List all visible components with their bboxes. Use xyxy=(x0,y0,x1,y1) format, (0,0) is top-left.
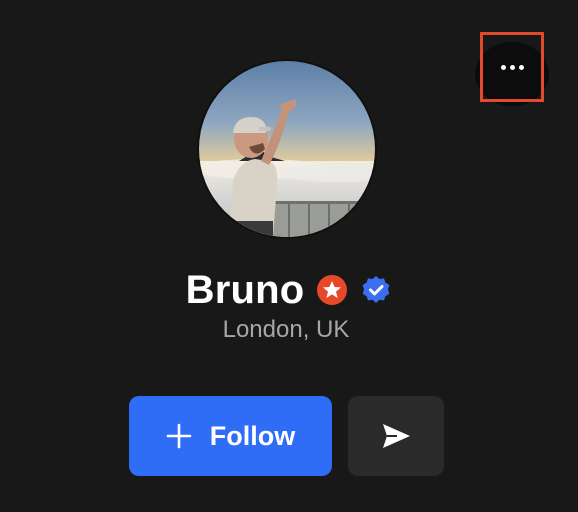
follow-button-label: Follow xyxy=(209,420,296,451)
profile-card: Bruno London, UK Follow xyxy=(0,0,578,512)
send-icon xyxy=(383,424,410,448)
profile-location: London, UK xyxy=(222,316,350,343)
star-badge-icon xyxy=(316,274,348,306)
verified-badge-icon xyxy=(360,274,392,306)
profile-name: Bruno xyxy=(185,267,305,312)
follow-button[interactable]: Follow xyxy=(129,396,332,476)
more-options-highlight xyxy=(480,32,544,102)
name-row: Bruno xyxy=(0,262,578,318)
avatar xyxy=(199,61,375,237)
send-message-button[interactable] xyxy=(348,396,444,476)
plus-icon xyxy=(166,423,192,449)
avatar-photo xyxy=(199,61,375,237)
